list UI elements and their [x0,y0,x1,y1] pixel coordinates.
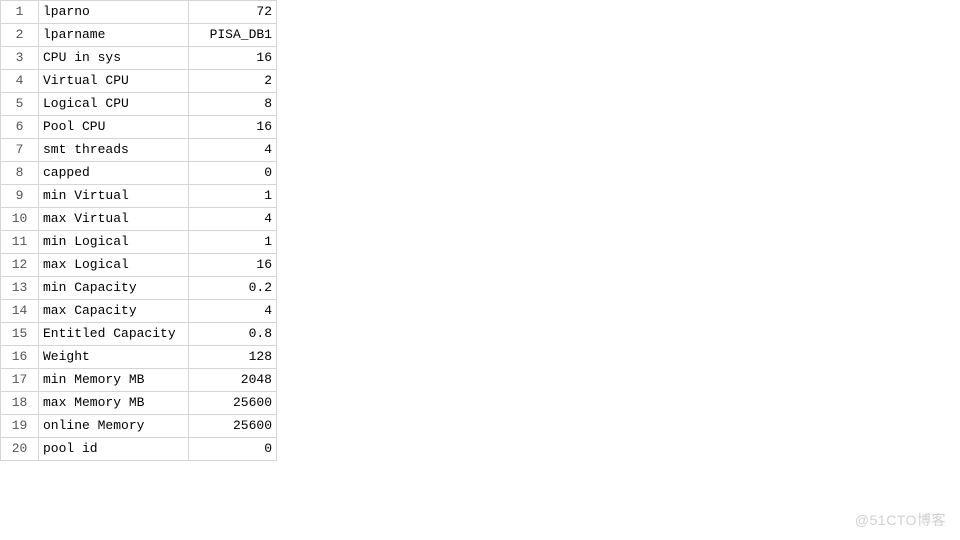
cell-value[interactable]: 0 [189,438,277,461]
cell-value[interactable]: 1 [189,185,277,208]
table-row[interactable]: 1 lparno 72 [1,1,277,24]
watermark-text: @51CTO博客 [855,510,946,530]
cell-value[interactable]: 4 [189,139,277,162]
cell-key[interactable]: lparname [39,24,189,47]
row-number: 6 [1,116,39,139]
cell-value[interactable]: 8 [189,93,277,116]
table-row[interactable]: 10 max Virtual 4 [1,208,277,231]
row-number: 2 [1,24,39,47]
cell-key[interactable]: Entitled Capacity [39,323,189,346]
cell-value[interactable]: 0.2 [189,277,277,300]
row-number: 4 [1,70,39,93]
cell-value[interactable]: 0.8 [189,323,277,346]
cell-key[interactable]: Logical CPU [39,93,189,116]
cell-value[interactable]: 25600 [189,415,277,438]
cell-key[interactable]: max Capacity [39,300,189,323]
row-number: 11 [1,231,39,254]
cell-value[interactable]: 0 [189,162,277,185]
table-row[interactable]: 11 min Logical 1 [1,231,277,254]
cell-value[interactable]: 16 [189,254,277,277]
row-number: 14 [1,300,39,323]
row-number: 1 [1,1,39,24]
row-number: 10 [1,208,39,231]
row-number: 17 [1,369,39,392]
row-number: 18 [1,392,39,415]
table-row[interactable]: 18 max Memory MB 25600 [1,392,277,415]
cell-value[interactable]: 128 [189,346,277,369]
cell-value[interactable]: 72 [189,1,277,24]
table-row[interactable]: 19 online Memory 25600 [1,415,277,438]
cell-value[interactable]: 2 [189,70,277,93]
table-row[interactable]: 3 CPU in sys 16 [1,47,277,70]
cell-key[interactable]: Weight [39,346,189,369]
cell-key[interactable]: min Memory MB [39,369,189,392]
cell-key[interactable]: lparno [39,1,189,24]
cell-key[interactable]: min Logical [39,231,189,254]
row-number: 20 [1,438,39,461]
cell-key[interactable]: pool id [39,438,189,461]
cell-key[interactable]: min Virtual [39,185,189,208]
table-row[interactable]: 12 max Logical 16 [1,254,277,277]
table-row[interactable]: 16 Weight 128 [1,346,277,369]
cell-value[interactable]: 16 [189,116,277,139]
cell-key[interactable]: Pool CPU [39,116,189,139]
cell-key[interactable]: Virtual CPU [39,70,189,93]
row-number: 5 [1,93,39,116]
cell-value[interactable]: 16 [189,47,277,70]
spreadsheet-table: 1 lparno 72 2 lparname PISA_DB1 3 CPU in… [0,0,277,461]
table-row[interactable]: 7 smt threads 4 [1,139,277,162]
cell-key[interactable]: max Logical [39,254,189,277]
table-row[interactable]: 2 lparname PISA_DB1 [1,24,277,47]
table-row[interactable]: 13 min Capacity 0.2 [1,277,277,300]
table-row[interactable]: 20 pool id 0 [1,438,277,461]
row-number: 13 [1,277,39,300]
cell-value[interactable]: 2048 [189,369,277,392]
cell-value[interactable]: 4 [189,300,277,323]
row-number: 7 [1,139,39,162]
cell-value[interactable]: PISA_DB1 [189,24,277,47]
table-row[interactable]: 15 Entitled Capacity 0.8 [1,323,277,346]
cell-key[interactable]: online Memory [39,415,189,438]
row-number: 15 [1,323,39,346]
cell-key[interactable]: min Capacity [39,277,189,300]
row-number: 9 [1,185,39,208]
cell-key[interactable]: max Memory MB [39,392,189,415]
cell-value[interactable]: 25600 [189,392,277,415]
cell-key[interactable]: max Virtual [39,208,189,231]
table-row[interactable]: 9 min Virtual 1 [1,185,277,208]
cell-key[interactable]: smt threads [39,139,189,162]
table-row[interactable]: 6 Pool CPU 16 [1,116,277,139]
cell-key[interactable]: CPU in sys [39,47,189,70]
table-row[interactable]: 14 max Capacity 4 [1,300,277,323]
cell-value[interactable]: 1 [189,231,277,254]
row-number: 19 [1,415,39,438]
cell-value[interactable]: 4 [189,208,277,231]
table-row[interactable]: 17 min Memory MB 2048 [1,369,277,392]
row-number: 12 [1,254,39,277]
table-row[interactable]: 4 Virtual CPU 2 [1,70,277,93]
row-number: 8 [1,162,39,185]
cell-key[interactable]: capped [39,162,189,185]
table-row[interactable]: 5 Logical CPU 8 [1,93,277,116]
row-number: 16 [1,346,39,369]
row-number: 3 [1,47,39,70]
table-row[interactable]: 8 capped 0 [1,162,277,185]
